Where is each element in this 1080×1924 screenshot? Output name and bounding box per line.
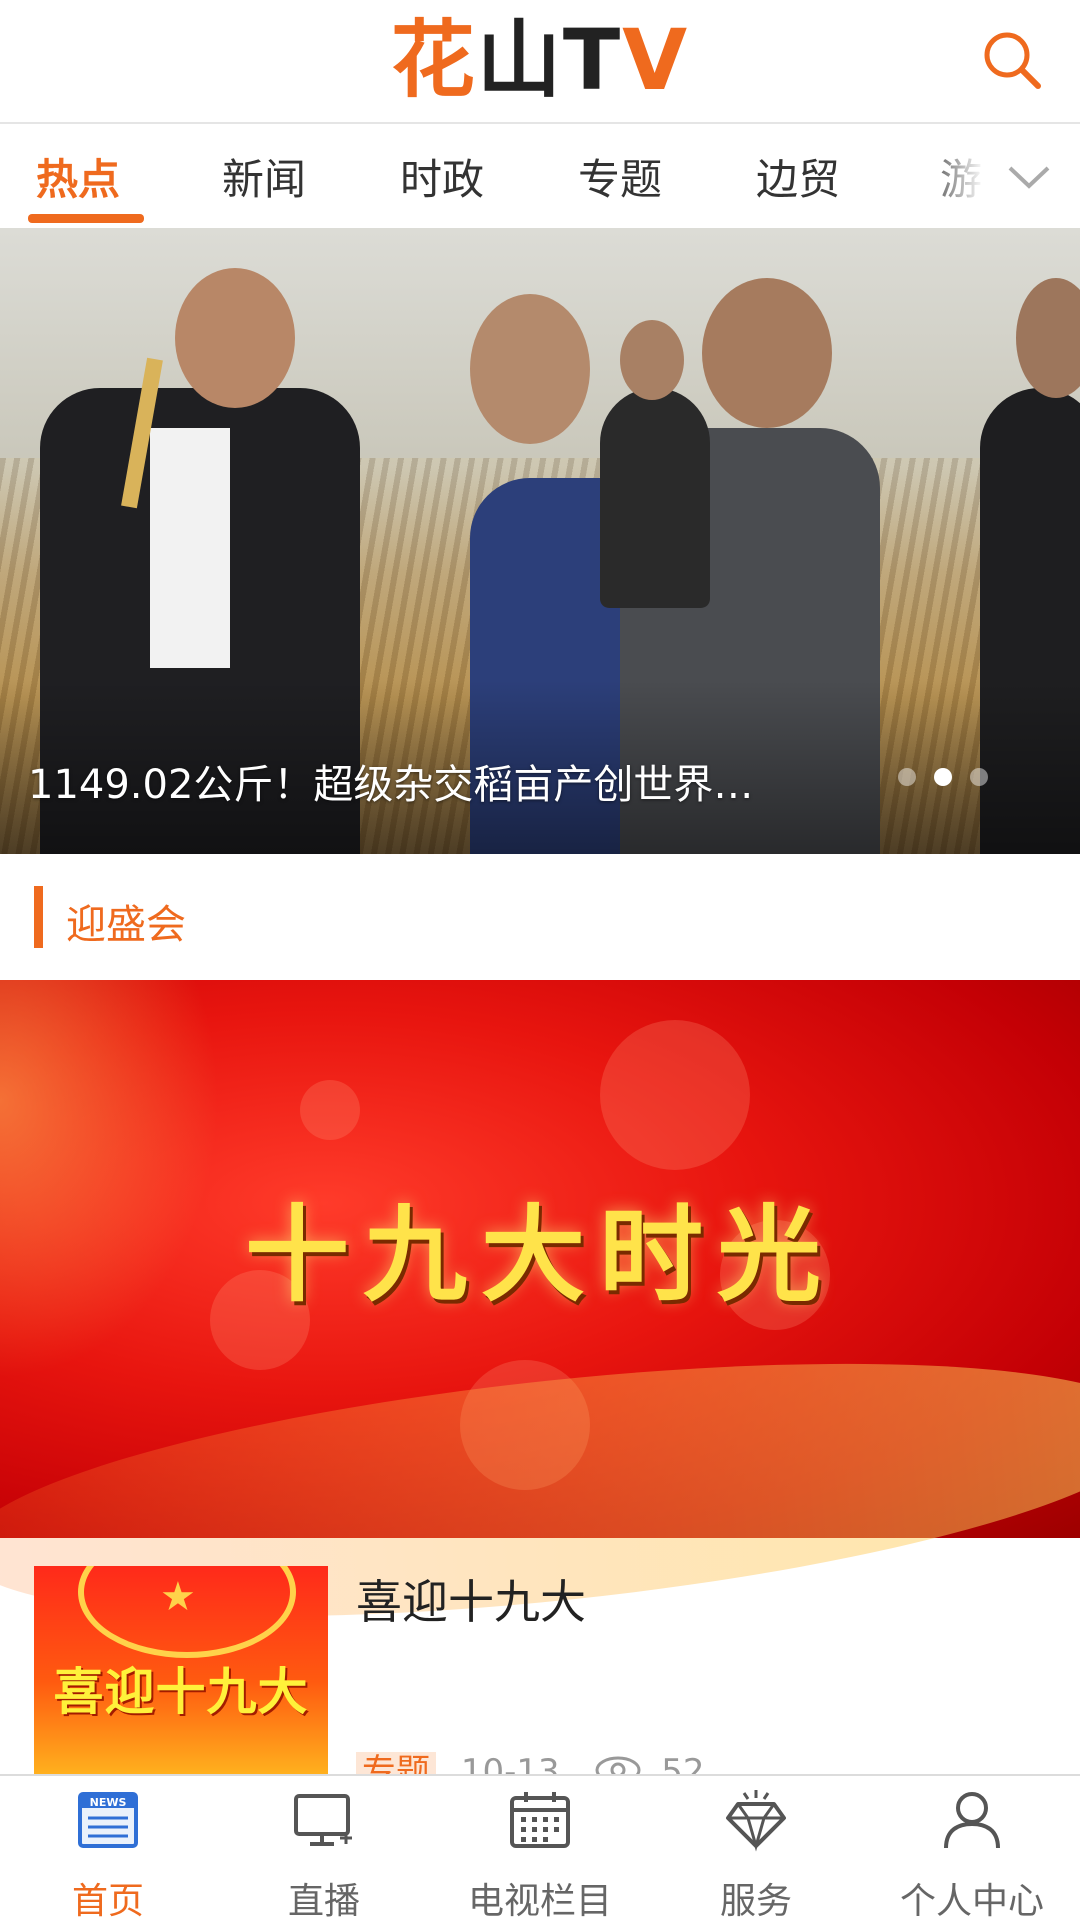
tab-border-trade[interactable]: 边贸 xyxy=(756,146,840,207)
logo-char-4: V xyxy=(622,11,690,109)
chevron-down-icon[interactable] xyxy=(1004,160,1054,194)
tabs-fade-overlay xyxy=(920,124,1080,228)
person-2-head xyxy=(470,294,590,444)
shirt xyxy=(150,428,230,668)
bokeh-light xyxy=(300,1080,360,1140)
star-icon: ★ xyxy=(160,1574,196,1620)
user-icon xyxy=(940,1788,1004,1852)
nav-home-label: 首页 xyxy=(71,1881,144,1922)
tab-special[interactable]: 专题 xyxy=(578,146,662,207)
logo-char-2: 山 xyxy=(476,11,563,109)
person-4 xyxy=(600,388,710,608)
section-accent-bar xyxy=(34,886,43,948)
carousel-dot-3[interactable] xyxy=(970,768,988,786)
bokeh-light xyxy=(600,1020,750,1170)
news-icon: NEWS xyxy=(76,1788,140,1852)
person-5-head xyxy=(1016,278,1080,398)
active-tab-indicator xyxy=(28,214,144,223)
calendar-icon xyxy=(508,1788,572,1852)
logo-char-3: T xyxy=(562,11,623,109)
nav-tv-programs[interactable]: 电视栏目 xyxy=(432,1776,648,1922)
nav-live[interactable]: 直播 xyxy=(216,1776,432,1922)
banner-headline: 十九大时光 xyxy=(244,1193,835,1316)
list-item-thumbnail[interactable]: ★ 喜迎十九大 xyxy=(34,1566,328,1776)
search-icon[interactable] xyxy=(980,28,1044,92)
nav-tv-programs-label: 电视栏目 xyxy=(467,1881,612,1922)
person-3-head xyxy=(702,278,832,428)
person-1-head xyxy=(175,268,295,408)
logo-char-1: 花 xyxy=(390,11,477,109)
tab-hot[interactable]: 热点 xyxy=(36,146,120,207)
carousel-dot-1[interactable] xyxy=(898,768,916,786)
section-title: 迎盛会 xyxy=(66,902,186,948)
nav-home[interactable]: NEWS 首页 xyxy=(0,1776,216,1922)
category-tabs: 热点 新闻 时政 专题 边贸 游 xyxy=(0,124,1080,228)
diamond-icon xyxy=(724,1788,788,1852)
app-header: 花山TV xyxy=(0,0,1080,124)
tv-icon xyxy=(292,1788,356,1852)
person-4-head xyxy=(620,320,684,400)
nav-profile[interactable]: 个人中心 xyxy=(864,1776,1080,1922)
nav-live-label: 直播 xyxy=(287,1881,360,1922)
svg-text:NEWS: NEWS xyxy=(90,1796,127,1809)
thumbnail-text: 喜迎十九大 xyxy=(53,1663,309,1721)
nav-services[interactable]: 服务 xyxy=(648,1776,864,1922)
nav-profile-label: 个人中心 xyxy=(899,1881,1044,1922)
hero-caption[interactable]: 1149.02公斤！超级杂交稻亩产创世界… xyxy=(28,752,848,810)
app-logo: 花山TV xyxy=(0,18,1080,102)
nav-services-label: 服务 xyxy=(719,1881,792,1922)
carousel-dot-2[interactable] xyxy=(934,768,952,786)
tab-news[interactable]: 新闻 xyxy=(222,146,306,207)
tab-politics[interactable]: 时政 xyxy=(400,146,484,207)
bottom-navigation: NEWS 首页 直播 电视栏目 服务 个人中心 xyxy=(0,1774,1080,1922)
list-item-title[interactable]: 喜迎十九大 xyxy=(356,1566,586,1632)
